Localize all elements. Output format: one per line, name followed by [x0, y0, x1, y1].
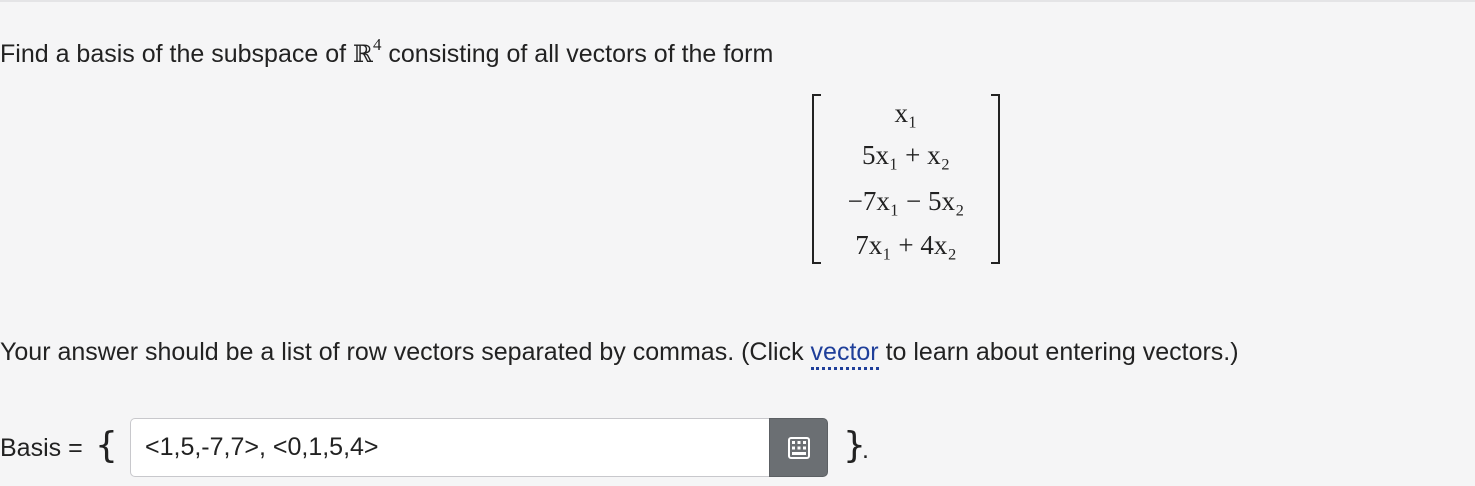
real-space-symbol: ℝ4 — [353, 35, 381, 68]
top-divider — [0, 0, 1475, 2]
question-text: Find a basis of the subspace of ℝ4 consi… — [0, 30, 773, 72]
instructions-after-link: to learn about entering vectors.) — [878, 338, 1239, 366]
space-symbol: ℝ — [353, 40, 373, 68]
space-dimension: 4 — [372, 35, 382, 54]
basis-answer-input[interactable] — [130, 418, 770, 477]
matrix-row-3: −7x₁ − 5x₂ — [847, 186, 965, 216]
matrix-row-1: x₁ — [894, 98, 918, 128]
keypad-grid-icon — [788, 437, 810, 459]
instructions-before-link: Your answer should be a list of row vect… — [0, 338, 811, 366]
closing-period: . — [862, 436, 869, 464]
matrix-row-2: 5x₁ + x₂ — [861, 140, 951, 170]
open-brace: { — [95, 425, 118, 466]
question-prefix: Find a basis of the subspace of — [0, 40, 353, 68]
question-suffix: consisting of all vectors of the form — [381, 40, 774, 68]
matrix-row-4: 7x₁ + 4x₂ — [855, 230, 957, 260]
keypad-button[interactable] — [769, 418, 828, 477]
vector-form-matrix: x₁ 5x₁ + x₂ −7x₁ − 5x₂ 7x₁ + 4x₂ — [812, 94, 1000, 266]
vector-help-link[interactable]: vector — [810, 338, 879, 370]
basis-label: Basis = — [0, 434, 83, 462]
answer-instructions: Your answer should be a list of row vect… — [0, 334, 1239, 370]
